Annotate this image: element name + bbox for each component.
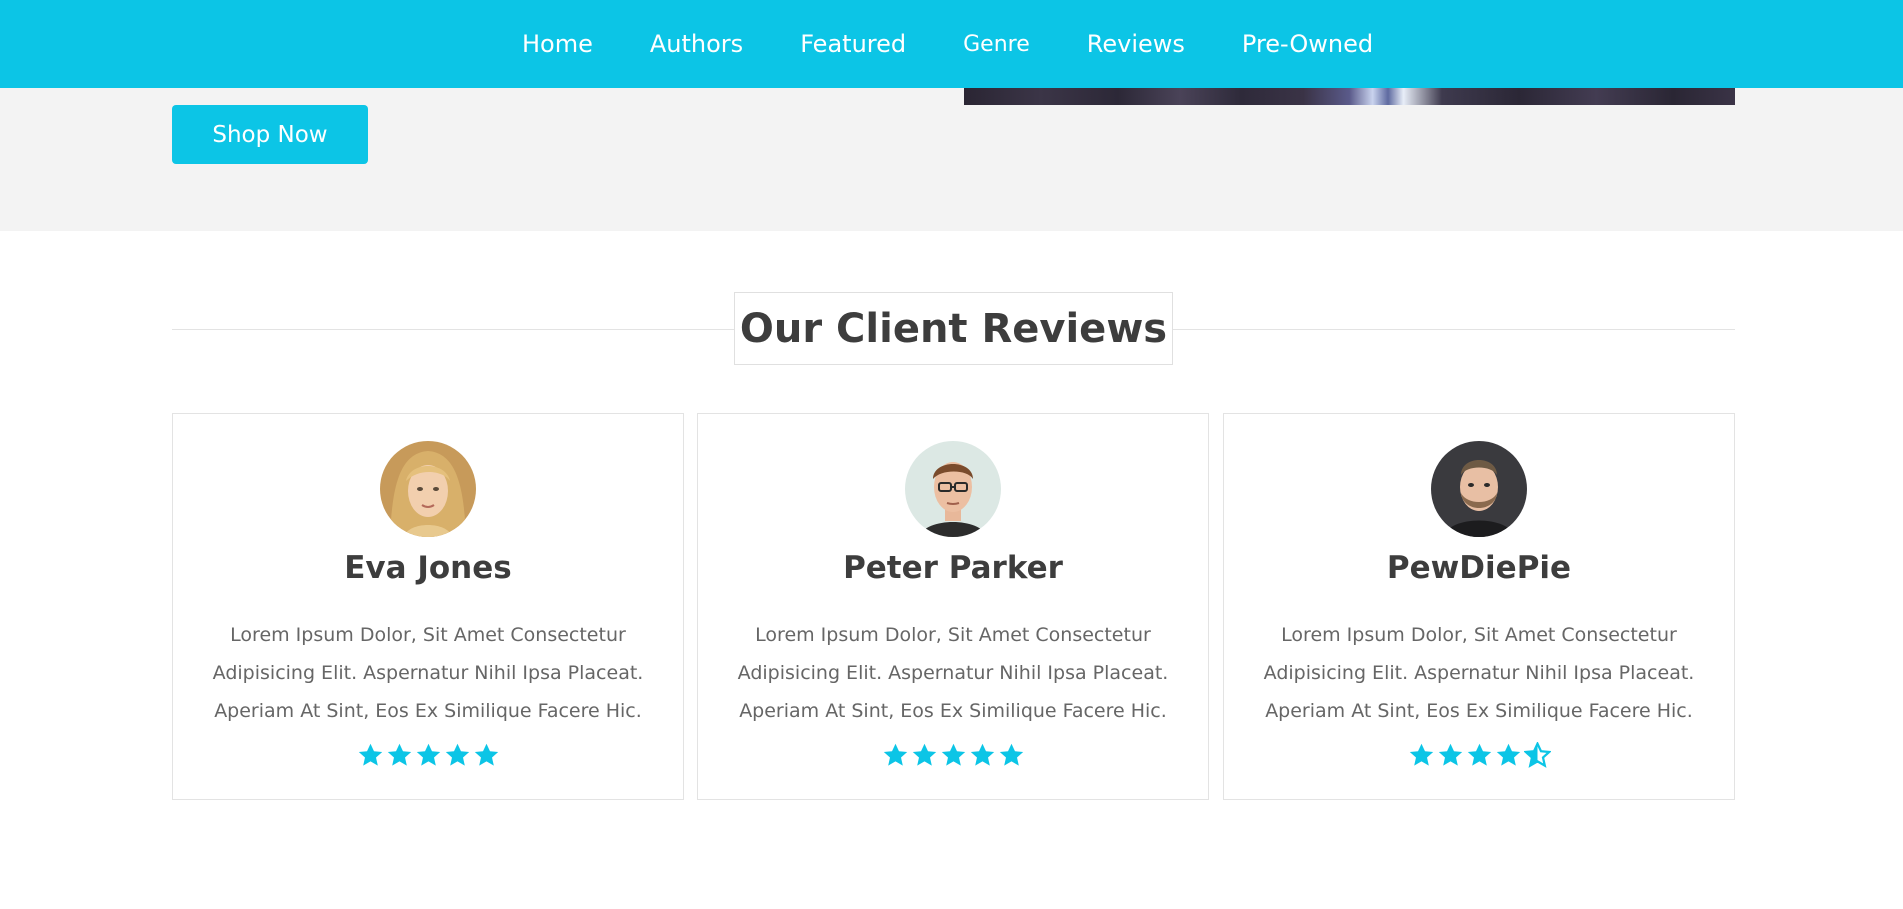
star-icon bbox=[1437, 742, 1464, 769]
star-icon bbox=[940, 742, 967, 769]
star-icon bbox=[386, 742, 413, 769]
nav-link-home[interactable]: Home bbox=[522, 30, 593, 58]
star-icon bbox=[1408, 742, 1435, 769]
avatar-bearded-man-icon bbox=[1431, 441, 1527, 537]
star-icon bbox=[473, 742, 500, 769]
nav-link-authors[interactable]: Authors bbox=[650, 30, 743, 58]
shop-now-button[interactable]: Shop Now bbox=[172, 105, 368, 164]
star-icon bbox=[415, 742, 442, 769]
reviewer-name: PewDiePie bbox=[1386, 550, 1572, 586]
star-icon bbox=[1495, 742, 1522, 769]
star-icon bbox=[969, 742, 996, 769]
hero-image bbox=[964, 88, 1735, 105]
avatar bbox=[380, 441, 476, 537]
review-text: Lorem Ipsum Dolor, Sit Amet Consectetur … bbox=[737, 624, 1169, 722]
rating-stars bbox=[173, 742, 683, 769]
star-icon bbox=[444, 742, 471, 769]
nav-link-featured[interactable]: Featured bbox=[800, 30, 906, 58]
avatar-blonde-woman-icon bbox=[380, 441, 476, 537]
section-heading-box: Our Client Reviews bbox=[734, 292, 1173, 365]
nav-link-pre-owned[interactable]: Pre-Owned bbox=[1242, 30, 1373, 58]
review-card: PewDiePie Lorem Ipsum Dolor, Sit Amet Co… bbox=[1223, 413, 1735, 800]
top-navbar: Home Authors Featured Genre Reviews Pre-… bbox=[0, 0, 1903, 88]
review-card: Eva Jones Lorem Ipsum Dolor, Sit Amet Co… bbox=[172, 413, 684, 800]
avatar-man-glasses-icon bbox=[905, 441, 1001, 537]
review-card: Peter Parker Lorem Ipsum Dolor, Sit Amet… bbox=[697, 413, 1209, 800]
star-icon bbox=[1466, 742, 1493, 769]
nav-link-reviews[interactable]: Reviews bbox=[1087, 30, 1185, 58]
avatar bbox=[1431, 441, 1527, 537]
star-icon bbox=[998, 742, 1025, 769]
section-title: Our Client Reviews bbox=[739, 305, 1168, 352]
reviewer-name: Eva Jones bbox=[344, 550, 512, 586]
reviewer-name: Peter Parker bbox=[843, 550, 1063, 586]
avatar bbox=[905, 441, 1001, 537]
star-icon bbox=[911, 742, 938, 769]
rating-stars bbox=[698, 742, 1208, 769]
star-icon bbox=[357, 742, 384, 769]
review-text: Lorem Ipsum Dolor, Sit Amet Consectetur … bbox=[212, 624, 644, 722]
nav-link-genre[interactable]: Genre bbox=[963, 32, 1030, 57]
nav-links: Home Authors Featured Genre Reviews Pre-… bbox=[522, 0, 1373, 88]
rating-stars bbox=[1224, 742, 1734, 769]
review-text: Lorem Ipsum Dolor, Sit Amet Consectetur … bbox=[1263, 624, 1695, 722]
star-half-icon bbox=[1523, 742, 1551, 769]
star-icon bbox=[882, 742, 909, 769]
